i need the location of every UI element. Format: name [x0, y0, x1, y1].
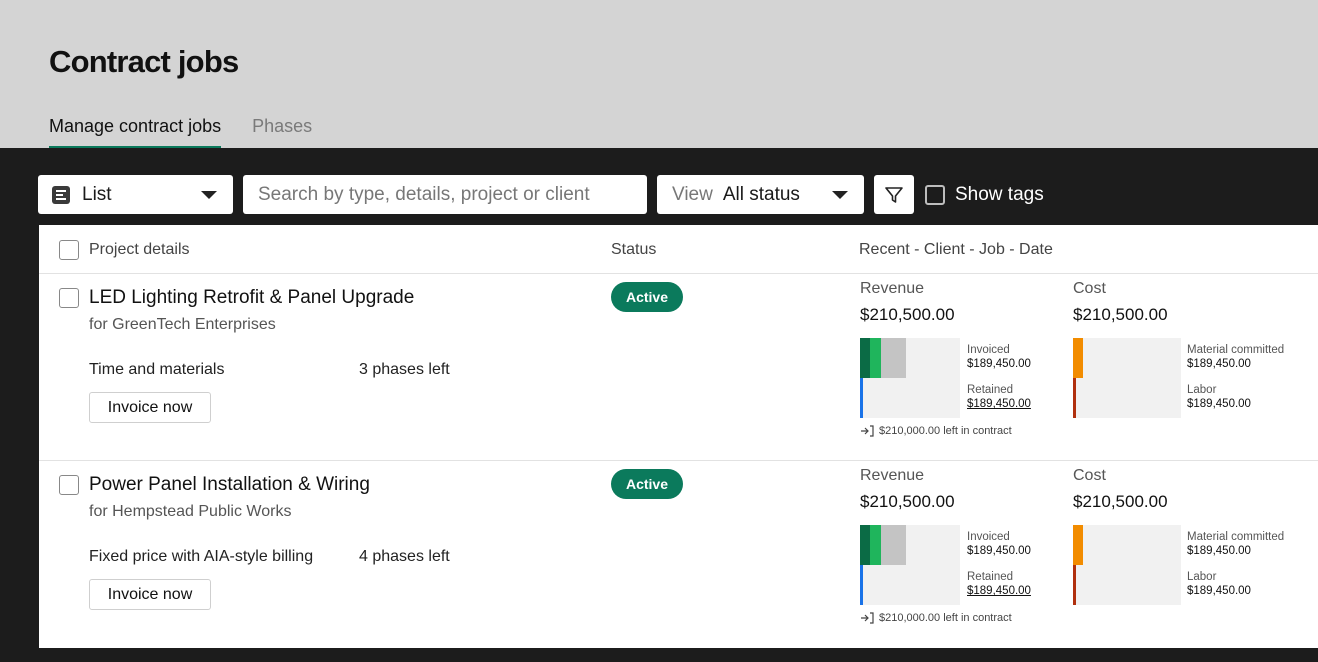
- column-header-recent[interactable]: Recent - Client - Job - Date: [859, 241, 1053, 259]
- table-header: Project details Status Recent - Client -…: [39, 225, 1318, 274]
- left-in-contract-text: $210,000.00 left in contract: [879, 612, 1012, 624]
- labor-line: [1073, 565, 1076, 605]
- project-client: for Hempstead Public Works: [89, 503, 292, 520]
- revenue-bar-graph: [860, 525, 960, 605]
- labor-value: $189,450.00: [1187, 585, 1251, 597]
- material-committed-label: Material committed: [1187, 531, 1285, 543]
- invoice-now-button[interactable]: Invoice now: [89, 579, 211, 610]
- chevron-down-icon: [832, 191, 848, 199]
- pending-segment: [881, 338, 906, 378]
- invoiced-light-segment: [870, 338, 881, 378]
- cost-value: $210,500.00: [1073, 305, 1168, 324]
- tab-manage-contract-jobs[interactable]: Manage contract jobs: [49, 116, 222, 149]
- contract-type: Fixed price with AIA-style billing: [89, 548, 314, 565]
- status-view-select[interactable]: View All status: [657, 175, 864, 214]
- pending-segment: [881, 525, 906, 565]
- tab-bar: Manage contract jobs Phases: [49, 116, 343, 149]
- invoice-now-button[interactable]: Invoice now: [89, 392, 211, 423]
- retained-value-link[interactable]: $189,450.00: [967, 398, 1031, 410]
- material-committed-label: Material committed: [1187, 344, 1285, 356]
- cost-label: Cost: [1073, 280, 1106, 297]
- invoiced-label: Invoiced: [967, 531, 1010, 543]
- cost-bar-graph: [1073, 525, 1181, 605]
- material-committed-value: $189,450.00: [1187, 358, 1251, 370]
- contract-type: Time and materials: [89, 361, 225, 378]
- retained-value-link[interactable]: $189,450.00: [967, 585, 1031, 597]
- retained-label: Retained: [967, 384, 1014, 396]
- cost-label: Cost: [1073, 467, 1106, 484]
- row-checkbox[interactable]: [59, 288, 79, 308]
- invoiced-label: Invoiced: [967, 344, 1010, 356]
- jobs-table: Project details Status Recent - Client -…: [39, 225, 1318, 648]
- retained-label: Retained: [967, 571, 1014, 583]
- left-in-contract: $210,000.00 left in contract: [860, 425, 1012, 437]
- layout-select-value: List: [82, 183, 112, 205]
- invoiced-light-segment: [870, 525, 881, 565]
- labor-label: Labor: [1187, 571, 1217, 583]
- phases-left: 3 phases left: [359, 361, 450, 378]
- column-header-project-details[interactable]: Project details: [89, 241, 190, 259]
- show-tags-toggle[interactable]: Show tags: [925, 175, 1044, 214]
- retained-line: [860, 378, 863, 418]
- labor-label: Labor: [1187, 384, 1217, 396]
- invoiced-dark-segment: [860, 338, 870, 378]
- labor-value: $189,450.00: [1187, 398, 1251, 410]
- tab-phases[interactable]: Phases: [252, 116, 312, 149]
- search-input[interactable]: [243, 175, 647, 214]
- status-badge: Active: [611, 282, 683, 312]
- project-title[interactable]: LED Lighting Retrofit & Panel Upgrade: [89, 287, 414, 309]
- phases-left: 4 phases left: [359, 548, 450, 565]
- view-label: View: [672, 183, 713, 205]
- arrow-into-icon: [861, 425, 874, 437]
- revenue-label: Revenue: [860, 467, 925, 484]
- toolbar: List View All status Show tags: [38, 175, 1318, 214]
- cost-value: $210,500.00: [1073, 492, 1168, 511]
- table-row[interactable]: Power Panel Installation & Wiring for He…: [39, 461, 1318, 648]
- cost-bar-graph: [1073, 338, 1181, 418]
- left-in-contract-text: $210,000.00 left in contract: [879, 425, 1012, 437]
- project-title[interactable]: Power Panel Installation & Wiring: [89, 474, 370, 496]
- material-segment: [1073, 338, 1083, 378]
- revenue-bar-graph: [860, 338, 960, 418]
- project-client: for GreenTech Enterprises: [89, 316, 276, 333]
- page-title: Contract jobs: [49, 44, 239, 79]
- view-value: All status: [722, 183, 800, 205]
- column-header-status[interactable]: Status: [611, 241, 656, 259]
- arrow-into-icon: [861, 612, 874, 624]
- page-header: Contract jobs Manage contract jobs Phase…: [0, 0, 1318, 149]
- status-badge: Active: [611, 469, 683, 499]
- retained-line: [860, 565, 863, 605]
- material-committed-value: $189,450.00: [1187, 545, 1251, 557]
- select-all-checkbox[interactable]: [59, 240, 79, 260]
- revenue-label: Revenue: [860, 280, 925, 297]
- list-view-icon: [52, 185, 70, 204]
- invoiced-value: $189,450.00: [967, 545, 1031, 557]
- filter-button[interactable]: [874, 175, 914, 214]
- show-tags-label: Show tags: [955, 183, 1044, 205]
- filter-icon: [885, 186, 903, 203]
- layout-select[interactable]: List: [38, 175, 233, 214]
- revenue-value: $210,500.00: [860, 305, 955, 324]
- table-row[interactable]: LED Lighting Retrofit & Panel Upgrade fo…: [39, 274, 1318, 461]
- chevron-down-icon: [201, 191, 217, 199]
- show-tags-checkbox[interactable]: [925, 184, 945, 205]
- revenue-value: $210,500.00: [860, 492, 955, 511]
- row-checkbox[interactable]: [59, 475, 79, 495]
- material-segment: [1073, 525, 1083, 565]
- left-in-contract: $210,000.00 left in contract: [860, 612, 1012, 624]
- invoiced-value: $189,450.00: [967, 358, 1031, 370]
- labor-line: [1073, 378, 1076, 418]
- invoiced-dark-segment: [860, 525, 870, 565]
